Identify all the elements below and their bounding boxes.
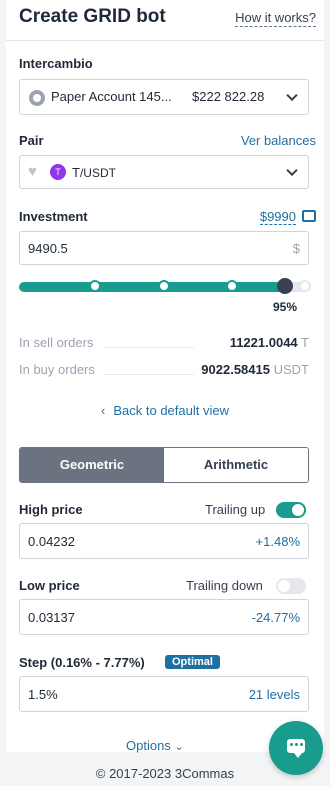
sell-orders-unit: T <box>301 335 309 350</box>
low-price-value: 0.03137 <box>28 610 75 625</box>
pair-value: T/USDT <box>72 165 116 180</box>
mode-arithmetic-button[interactable]: Arithmetic <box>164 448 308 482</box>
chevron-down-icon <box>286 89 298 102</box>
slider-step-dot[interactable] <box>158 280 170 292</box>
buy-orders-row: In buy orders 9022.58415 USDT <box>19 362 309 380</box>
slider-percent: 95% <box>273 300 298 314</box>
slider-step-dot[interactable] <box>226 280 238 292</box>
slider-step-dot[interactable] <box>89 280 101 292</box>
pair-label: Pair <box>19 133 44 148</box>
buy-orders-unit: USDT <box>273 362 309 377</box>
buy-orders-label: In buy orders <box>19 362 95 377</box>
low-price-input[interactable]: 0.03137 -24.77% <box>19 599 309 635</box>
exchange-account: Paper Account 145... <box>51 89 172 104</box>
exchange-balance: $222 822.28 <box>192 89 265 104</box>
buy-orders-value: 9022.58415 <box>201 362 270 377</box>
exchange-select[interactable]: Paper Account 145... $222 822.28 <box>19 79 309 115</box>
how-it-works-link[interactable]: How it works? <box>235 10 316 27</box>
high-price-change: +1.48% <box>255 534 300 549</box>
chevron-down-icon: ⌄ <box>174 741 184 753</box>
slider-handle[interactable] <box>277 278 293 294</box>
exchange-icon <box>29 90 45 106</box>
options-toggle[interactable]: Options ⌄ <box>126 738 184 753</box>
grid-mode-toggle[interactable]: Geometric Arithmetic <box>19 447 309 483</box>
favorite-heart-icon[interactable]: ♥ <box>28 164 37 180</box>
sell-orders-label: In sell orders <box>19 335 94 350</box>
chevron-down-icon <box>286 164 298 177</box>
step-levels: 21 levels <box>248 687 300 702</box>
chat-button[interactable] <box>269 721 323 775</box>
currency-symbol: $ <box>292 241 300 256</box>
high-price-input[interactable]: 0.04232 +1.48% <box>19 523 309 559</box>
trailing-up-toggle[interactable] <box>276 502 306 518</box>
view-balances-link[interactable]: Ver balances <box>241 133 316 148</box>
investment-slider-track[interactable] <box>19 282 285 292</box>
pair-select[interactable]: ♥ T T/USDT <box>19 155 309 189</box>
coin-icon: T <box>50 164 66 180</box>
back-to-default-link[interactable]: ‹ Back to default view <box>6 403 324 418</box>
low-price-label: Low price <box>19 578 80 593</box>
investment-label: Investment <box>19 209 88 224</box>
step-value: 1.5% <box>28 687 58 702</box>
page-title: Create GRID bot <box>19 6 166 27</box>
trailing-down-toggle[interactable] <box>276 578 306 594</box>
slider-step-dot[interactable] <box>299 280 311 292</box>
trailing-down-label: Trailing down <box>186 578 263 593</box>
bot-form-card: Create GRID bot How it works? Intercambi… <box>6 0 324 753</box>
available-amount-link[interactable]: $9990 <box>259 209 296 225</box>
chat-bubble-icon <box>287 739 305 758</box>
wallet-icon[interactable] <box>302 210 316 222</box>
header-divider <box>6 40 324 41</box>
sell-orders-value: 11221.0044 <box>229 335 298 350</box>
mode-geometric-button[interactable]: Geometric <box>20 448 164 482</box>
investment-input[interactable]: 9490.5 $ <box>19 231 309 265</box>
step-input[interactable]: 1.5% 21 levels <box>19 676 309 712</box>
sell-orders-row: In sell orders 11221.0044 T <box>19 335 309 353</box>
step-label: Step (0.16% - 7.77%) <box>19 655 145 670</box>
investment-value: 9490.5 <box>28 241 68 256</box>
chevron-left-icon: ‹ <box>101 403 106 418</box>
exchange-label: Intercambio <box>19 56 93 71</box>
high-price-value: 0.04232 <box>28 534 75 549</box>
low-price-change: -24.77% <box>251 610 300 625</box>
high-price-label: High price <box>19 502 83 517</box>
trailing-up-label: Trailing up <box>205 502 266 517</box>
optimal-badge: Optimal <box>165 655 220 669</box>
